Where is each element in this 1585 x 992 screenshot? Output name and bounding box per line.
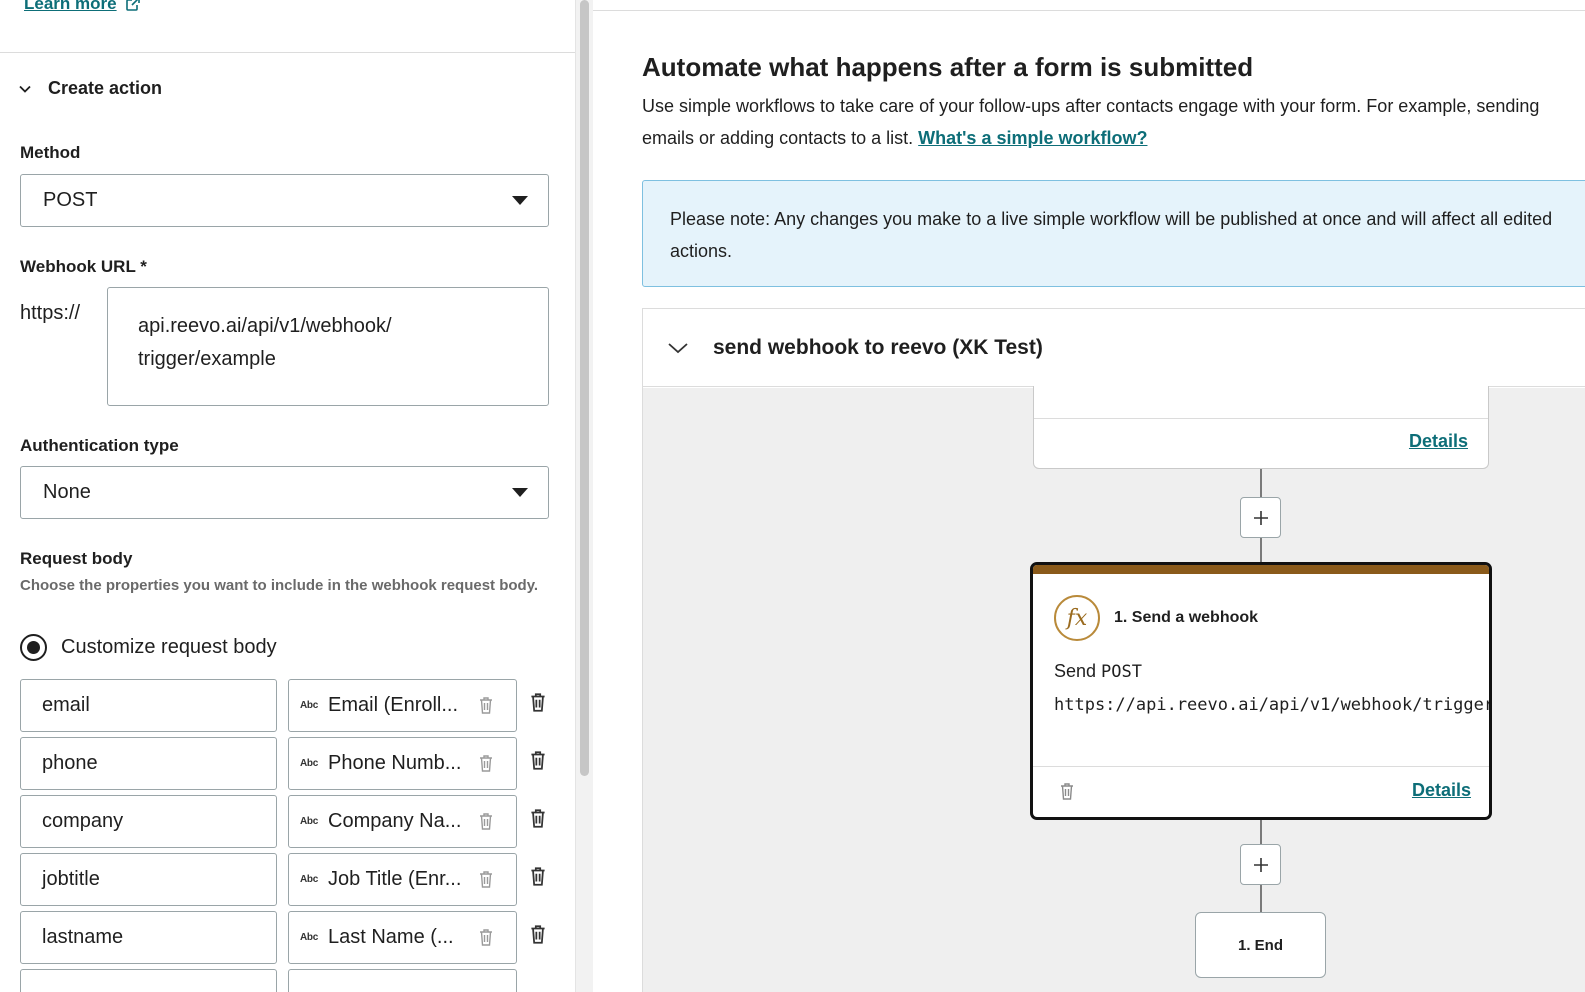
property-value-label: Job Title (Enr... — [328, 868, 462, 890]
text-type-icon: Abc — [300, 932, 318, 943]
property-row: jobtitle Abc Job Title (Enr... — [20, 853, 560, 906]
page-description: Use simple workflows to take care of you… — [642, 90, 1542, 154]
send-webhook-card[interactable]: fx 1. Send a webhook Send POST https://a… — [1030, 562, 1492, 820]
trash-icon[interactable] — [478, 811, 494, 831]
chevron-down-icon — [668, 342, 688, 353]
webhook-card-title: 1. Send a webhook — [1114, 609, 1259, 626]
trash-icon[interactable] — [478, 927, 494, 947]
text-type-icon: Abc — [300, 816, 318, 827]
previous-card-details-link[interactable]: Details — [1409, 431, 1468, 452]
property-value-label: Company Na... — [328, 810, 462, 832]
webhook-body-url: https://api.reevo.ai/api/v1/webhook/trig… — [1054, 695, 1489, 715]
workflow-canvas: Details fx 1. Send a webhook Send POST h… — [643, 386, 1585, 992]
delete-row-trash-icon[interactable] — [529, 691, 547, 713]
left-panel-scrollbar-thumb[interactable] — [580, 0, 589, 776]
connector-line — [1260, 538, 1262, 563]
property-row-partial — [20, 969, 560, 992]
radio-selected-icon — [20, 634, 47, 661]
url-prefix: https:// — [20, 302, 81, 324]
delete-row-trash-icon[interactable] — [529, 807, 547, 829]
chevron-down-icon — [19, 85, 31, 93]
webhook-body-method: POST — [1101, 662, 1142, 682]
card-divider — [1034, 418, 1488, 419]
card-accent-bar — [1033, 565, 1489, 574]
property-key-input[interactable]: company — [20, 795, 277, 848]
trash-icon[interactable] — [478, 869, 494, 889]
simple-workflow-help-link[interactable]: What's a simple workflow? — [918, 128, 1147, 148]
text-type-icon: Abc — [300, 758, 318, 769]
property-value-label: Email (Enroll... — [328, 694, 459, 716]
dropdown-caret-icon — [512, 488, 528, 497]
property-row: phone Abc Phone Numb... — [20, 737, 560, 790]
add-action-button[interactable] — [1240, 844, 1281, 885]
plus-icon — [1253, 510, 1268, 525]
connector-line — [1260, 469, 1262, 498]
property-value-select[interactable] — [288, 969, 517, 992]
property-key-input[interactable]: email — [20, 679, 277, 732]
request-body-label: Request body — [20, 549, 133, 568]
property-value-select[interactable]: Abc Job Title (Enr... — [288, 853, 517, 906]
section-divider — [0, 52, 575, 53]
property-row: email Abc Email (Enroll... — [20, 679, 560, 732]
property-key-input[interactable]: jobtitle — [20, 853, 277, 906]
customize-label: Customize request body — [61, 636, 277, 658]
webhook-body-prefix: Send — [1054, 661, 1102, 681]
property-key-input[interactable]: lastname — [20, 911, 277, 964]
auth-type-select[interactable]: None — [20, 466, 549, 519]
publish-note-banner: Please note: Any changes you make to a l… — [642, 180, 1585, 287]
webhook-url-label: Webhook URL * — [20, 257, 147, 276]
delete-row-trash-icon[interactable] — [529, 923, 547, 945]
delete-row-trash-icon[interactable] — [529, 865, 547, 887]
learn-more-label: Learn more — [24, 0, 117, 13]
plus-icon — [1253, 857, 1268, 872]
create-action-title: Create action — [48, 78, 163, 98]
webhook-card-details-link[interactable]: Details — [1412, 780, 1471, 801]
method-select[interactable]: POST — [20, 174, 549, 227]
external-link-icon — [125, 0, 140, 11]
text-type-icon: Abc — [300, 700, 318, 711]
property-key-input[interactable]: phone — [20, 737, 277, 790]
page-title: Automate what happens after a form is su… — [642, 52, 1254, 82]
action-settings-panel: Learn more Create action Method POST Web… — [0, 0, 583, 992]
request-body-help: Choose the properties you want to includ… — [20, 577, 539, 594]
auth-type-label: Authentication type — [20, 436, 179, 455]
property-key-input[interactable] — [20, 969, 277, 992]
property-value-select[interactable]: Abc Phone Numb... — [288, 737, 517, 790]
connector-line — [1260, 885, 1262, 913]
property-value-label: Last Name (... — [328, 926, 454, 948]
workflow-card: send webhook to reevo (XK Test) Details … — [642, 308, 1585, 992]
property-row: company Abc Company Na... — [20, 795, 560, 848]
delete-row-trash-icon[interactable] — [529, 749, 547, 771]
auth-selected-value: None — [43, 481, 91, 503]
webhook-url-input[interactable]: api.reevo.ai/api/v1/webhook/ trigger/exa… — [107, 287, 549, 406]
connector-line — [1260, 820, 1262, 845]
property-row: lastname Abc Last Name (... — [20, 911, 560, 964]
text-type-icon: Abc — [300, 874, 318, 885]
function-icon: fx — [1054, 595, 1100, 641]
webhook-card-description: Send POST https://api.reevo.ai/api/v1/we… — [1054, 655, 1489, 721]
workflow-name: send webhook to reevo (XK Test) — [713, 335, 1043, 359]
create-action-section-toggle[interactable]: Create action — [18, 78, 162, 99]
previous-action-card[interactable]: Details — [1033, 386, 1489, 469]
top-divider — [593, 10, 1585, 11]
method-selected-value: POST — [43, 189, 98, 211]
workflow-header-toggle[interactable]: send webhook to reevo (XK Test) — [643, 309, 1585, 387]
property-value-select[interactable]: Abc Email (Enroll... — [288, 679, 517, 732]
customize-request-body-radio[interactable]: Customize request body — [20, 634, 277, 661]
method-label: Method — [20, 143, 81, 162]
property-value-select[interactable]: Abc Company Na... — [288, 795, 517, 848]
add-action-button[interactable] — [1240, 497, 1281, 538]
trash-icon[interactable] — [1059, 781, 1075, 801]
property-value-select[interactable]: Abc Last Name (... — [288, 911, 517, 964]
learn-more-link[interactable]: Learn more — [24, 0, 141, 14]
card-divider — [1033, 766, 1489, 767]
dropdown-caret-icon — [512, 196, 528, 205]
trash-icon[interactable] — [478, 695, 494, 715]
property-value-label: Phone Numb... — [328, 752, 462, 774]
trash-icon[interactable] — [478, 753, 494, 773]
end-node: 1. End — [1195, 912, 1326, 978]
